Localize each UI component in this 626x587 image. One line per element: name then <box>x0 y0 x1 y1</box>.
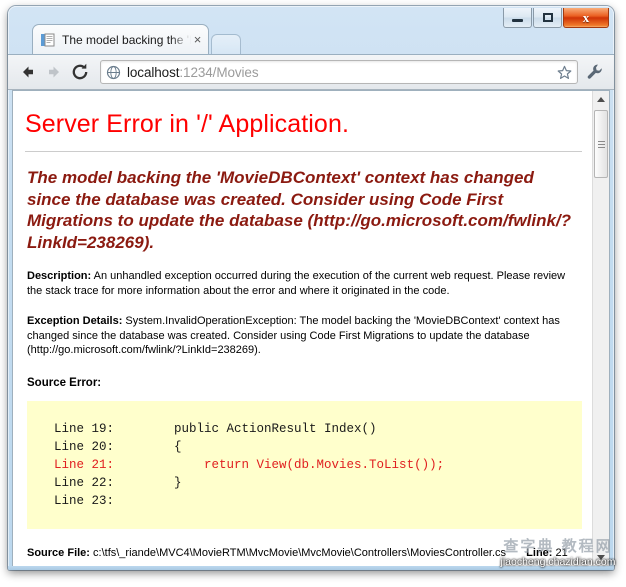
title-divider <box>25 151 582 152</box>
error-page: Server Error in '/' Application. The mod… <box>13 91 592 566</box>
exception-details-label: Exception Details: <box>27 315 123 327</box>
code-line: Line 22: } <box>54 474 581 492</box>
scrollbar-thumb[interactable] <box>594 110 608 178</box>
line-label: Line: <box>526 546 553 559</box>
address-host: localhost <box>127 64 180 80</box>
back-button[interactable] <box>16 60 40 84</box>
source-file-label: Source File: <box>27 546 90 559</box>
minimize-icon <box>512 19 523 22</box>
tab-close-icon[interactable]: × <box>191 33 204 46</box>
address-bar[interactable]: localhost:1234/Movies <box>100 60 578 84</box>
source-file-line: Source File: c:\tfs\_riande\MVC4\MovieRT… <box>27 547 582 559</box>
forward-button[interactable] <box>42 60 66 84</box>
browser-tab[interactable]: The model backing the 'M × <box>32 24 209 54</box>
code-line-text: } <box>114 475 182 490</box>
scroll-up-icon <box>597 97 605 102</box>
bookmark-star-button[interactable] <box>555 65 573 80</box>
reload-button[interactable] <box>68 60 92 84</box>
description-text: An unhandled exception occurred during t… <box>27 270 566 297</box>
code-line-text: return View(db.Movies.ToList()); <box>114 457 445 472</box>
wrench-icon <box>587 64 602 79</box>
description-paragraph: Description: An unhandled exception occu… <box>27 269 582 298</box>
desktop-background: x The model backing the 'M × localhost:1… <box>0 0 626 587</box>
page-scrollbar[interactable] <box>592 91 609 566</box>
forward-arrow-icon <box>49 66 59 78</box>
code-line-number: Line 21: <box>54 457 115 472</box>
source-error-heading: Source Error: <box>27 376 102 389</box>
code-line-text: { <box>114 439 182 454</box>
window-bottom-edge <box>8 566 614 570</box>
code-line: Line 19: public ActionResult Index() <box>54 420 581 438</box>
address-bar-text[interactable]: localhost:1234/Movies <box>127 65 555 80</box>
tab-title: The model backing the 'M <box>62 32 191 47</box>
scrollbar-grip-icon <box>597 139 605 150</box>
close-icon: x <box>582 10 590 25</box>
browser-window: x The model backing the 'M × localhost:1… <box>8 6 614 570</box>
line-value: 21 <box>555 546 568 559</box>
code-line-number: Line 22: <box>54 475 115 490</box>
maximize-button[interactable] <box>533 8 562 28</box>
scroll-up-button[interactable] <box>593 91 609 108</box>
browser-toolbar: localhost:1234/Movies <box>8 54 614 90</box>
window-controls: x <box>502 8 609 30</box>
reload-icon <box>72 63 88 80</box>
new-tab-button[interactable] <box>211 34 241 54</box>
source-code-block: Line 19: public ActionResult Index() Line… <box>27 400 582 529</box>
back-arrow-icon <box>23 66 33 78</box>
star-icon <box>557 65 571 79</box>
close-button[interactable]: x <box>563 8 609 28</box>
code-line-number: Line 19: <box>54 421 115 436</box>
page-viewport: Server Error in '/' Application. The mod… <box>12 90 610 566</box>
code-line: Line 21: return View(db.Movies.ToList())… <box>54 456 581 474</box>
scroll-down-icon <box>597 555 605 560</box>
page-title: Server Error in '/' Application. <box>25 110 349 138</box>
source-file-path: c:\tfs\_riande\MVC4\MovieRTM\MvcMovie\Mv… <box>93 546 507 559</box>
maximize-icon <box>542 13 553 22</box>
exception-details-paragraph: Exception Details: System.InvalidOperati… <box>27 314 582 358</box>
code-line: Line 20: { <box>54 438 581 456</box>
minimize-button[interactable] <box>503 8 532 28</box>
chrome-menu-button[interactable] <box>584 60 606 84</box>
error-message: The model backing the 'MovieDBContext' c… <box>27 168 572 252</box>
document-favicon <box>40 32 56 48</box>
globe-icon <box>106 65 121 80</box>
description-label: Description: <box>27 270 92 282</box>
tab-strip: x The model backing the 'M × <box>8 6 614 54</box>
code-line: Line 23: <box>54 492 581 510</box>
code-line-number: Line 20: <box>54 439 115 454</box>
address-path: :1234/Movies <box>179 64 259 80</box>
code-line-number: Line 23: <box>54 493 115 508</box>
code-line-text: public ActionResult Index() <box>114 421 377 436</box>
scroll-down-button[interactable] <box>593 549 609 566</box>
